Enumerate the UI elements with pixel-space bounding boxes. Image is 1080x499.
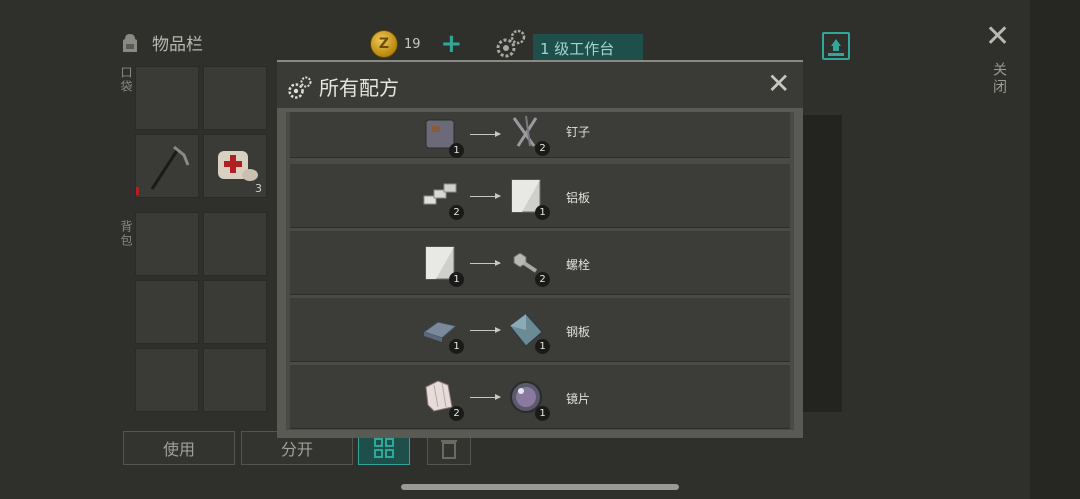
use-button[interactable]: 使用 [123, 431, 235, 465]
arrow-icon [470, 193, 501, 199]
close-icon[interactable]: ✕ [985, 22, 1010, 52]
coin-icon: Z [370, 30, 398, 58]
gear-icon [288, 76, 312, 99]
inventory-header: 物品栏 [118, 30, 203, 55]
home-indicator[interactable] [401, 484, 679, 490]
inventory-slot[interactable] [203, 348, 267, 412]
recipe-name: 钢板 [566, 325, 591, 339]
aluminum-ingot-icon: 2 [420, 176, 464, 220]
coin-count: 19 [404, 36, 421, 52]
backpack-icon [123, 33, 137, 52]
close-label[interactable]: 关闭 [989, 62, 1009, 96]
crystal-shard-icon: 2 [420, 377, 464, 421]
inventory-slot[interactable] [203, 66, 267, 130]
side-panel [802, 115, 842, 412]
recipe-name: 钉子 [566, 125, 591, 139]
grid-icon [374, 438, 394, 458]
recipe-name: 铝板 [566, 191, 591, 205]
inventory-slot[interactable]: 3 [203, 134, 267, 198]
arrow-icon [470, 327, 501, 333]
recipe-row[interactable]: 1 2 钉子 [290, 112, 790, 158]
inventory-slot[interactable] [135, 212, 199, 276]
recipe-row[interactable]: 1 2 螺栓 [290, 231, 790, 295]
currency-display: Z 19 + [370, 30, 462, 58]
durability-marker [136, 187, 139, 195]
recipe-row[interactable]: 2 1 镜片 [290, 365, 790, 429]
arrow-icon [470, 394, 501, 400]
inventory-slot[interactable] [203, 212, 267, 276]
aluminum-plate-icon: 1 [420, 243, 464, 287]
aluminum-plate-icon: 1 [506, 176, 550, 220]
inventory-slot[interactable] [203, 280, 267, 344]
recipe-list[interactable]: 1 2 钉子 2 1 铝板 1 2 螺栓 1 1 钢板 2 1 镜片 [286, 112, 794, 430]
lens-icon: 1 [506, 377, 550, 421]
modal-header: 所有配方 ✕ [277, 62, 803, 108]
recipe-row[interactable]: 2 1 铝板 [290, 164, 790, 228]
steel-ingot-icon: 1 [420, 310, 464, 354]
gear-icon [496, 29, 526, 58]
inventory-slot[interactable] [135, 66, 199, 130]
bandage-icon [218, 151, 258, 181]
recipe-name: 镜片 [566, 392, 591, 406]
add-coins-button[interactable]: + [441, 31, 463, 57]
pocket-label: 口袋 [119, 66, 133, 94]
pickaxe-icon [150, 145, 190, 190]
recipe-name: 螺栓 [566, 258, 591, 272]
bolt-icon: 2 [506, 243, 550, 287]
modal-title: 所有配方 [319, 76, 399, 100]
backpack-label: 背包 [119, 220, 133, 248]
trash-icon [441, 440, 457, 459]
recipes-modal: 所有配方 ✕ 1 2 钉子 2 1 铝板 1 2 螺栓 1 1 钢板 2 1 镜… [277, 60, 803, 438]
inventory-slot[interactable] [135, 280, 199, 344]
upload-button[interactable] [822, 32, 850, 60]
item-count: 3 [255, 182, 262, 195]
steel-plate-icon: 1 [506, 310, 550, 354]
close-icon[interactable]: ✕ [767, 70, 790, 98]
metal-scrap-icon: 1 [420, 114, 464, 158]
upload-icon [833, 45, 839, 51]
nails-icon: 2 [506, 112, 550, 156]
arrow-icon [470, 260, 501, 266]
arrow-icon [470, 131, 501, 137]
screen-edge [1030, 0, 1080, 499]
inventory-slot[interactable] [135, 134, 199, 198]
recipe-row[interactable]: 1 1 钢板 [290, 298, 790, 362]
inventory-title: 物品栏 [152, 35, 203, 55]
workbench-tab[interactable]: 1 级工作台 [533, 34, 643, 62]
inventory-slot[interactable] [135, 348, 199, 412]
